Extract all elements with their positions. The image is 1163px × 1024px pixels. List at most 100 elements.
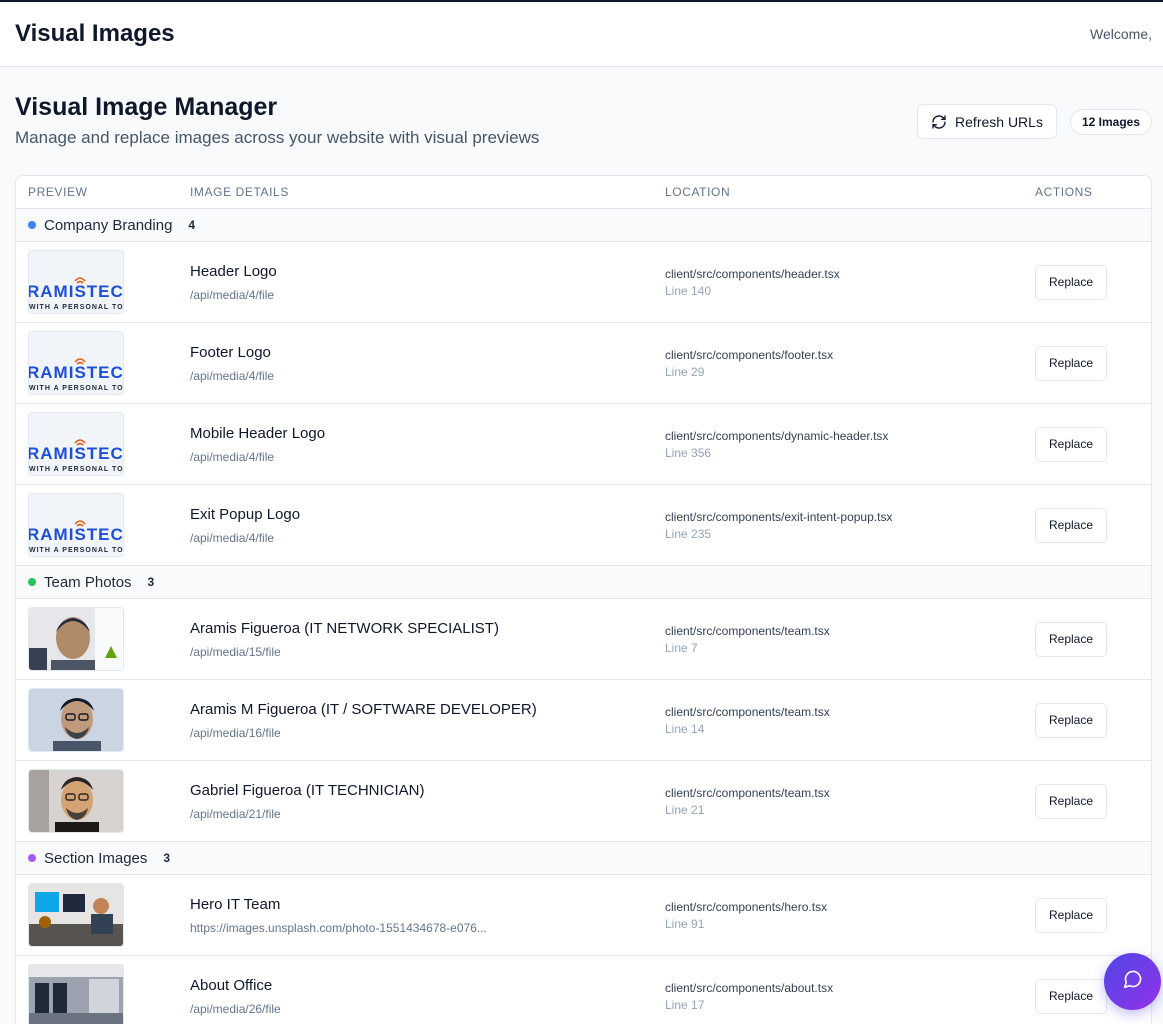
table-row: About Office/api/media/26/file client/src…	[16, 956, 1151, 1024]
svg-text:WITH A PERSONAL TOUCH: WITH A PERSONAL TOUCH	[29, 547, 124, 554]
location-line: Line 29	[665, 364, 705, 379]
image-thumbnail	[28, 769, 124, 833]
details-cell: Aramis Figueroa (IT NETWORK SPECIALIST) /…	[190, 620, 665, 659]
image-path: /api/media/4/file	[190, 449, 275, 464]
location-line: Line 91	[665, 916, 705, 931]
svg-text:RAMISTECH: RAMISTECH	[29, 444, 124, 463]
replace-button[interactable]: Replace	[1035, 702, 1107, 738]
replace-button[interactable]: Replace	[1035, 621, 1107, 657]
refresh-urls-button[interactable]: Refresh URLs	[917, 104, 1057, 139]
image-thumbnail	[28, 688, 124, 752]
actions-cell: Replace	[1035, 345, 1151, 381]
group-dot	[28, 854, 36, 862]
preview-cell: RAMISTECH WITH A PERSONAL TOUCH	[16, 493, 190, 557]
details-cell: Footer Logo/api/media/4/file	[190, 344, 665, 383]
preview-cell	[16, 769, 190, 833]
replace-button[interactable]: Replace	[1035, 978, 1107, 1014]
actions-cell: Replace	[1035, 507, 1151, 543]
image-name: Mobile Header Logo	[190, 424, 326, 442]
location-file: client/src/components/about.tsx	[665, 980, 834, 995]
group-row: Section Images 3	[16, 842, 1151, 875]
replace-button[interactable]: Replace	[1035, 345, 1107, 381]
group-name: Section Images	[44, 849, 148, 867]
image-path: /api/media/4/file	[190, 287, 275, 302]
image-name: Aramis M Figueroa (IT / SOFTWARE DEVELOP…	[190, 700, 537, 718]
table-row: Hero IT Team https://images.unsplash.com/…	[16, 875, 1151, 956]
actions-cell: Replace	[1035, 783, 1151, 819]
location-file: client/src/components/header.tsx	[665, 266, 840, 281]
location-file: client/src/components/exit-intent-popup.…	[665, 509, 893, 524]
location-cell: client/src/components/dynamic-header.tsx…	[665, 429, 1035, 460]
group-dot	[28, 578, 36, 586]
svg-text:RAMISTECH: RAMISTECH	[29, 363, 124, 382]
page-header: Visual Image Manager Manage and replace …	[15, 67, 1152, 175]
image-thumbnail: RAMISTECH WITH A PERSONAL TOUCH	[28, 412, 124, 476]
preview-cell: RAMISTECH WITH A PERSONAL TOUCH	[16, 250, 190, 314]
image-path: https://images.unsplash.com/photo-155143…	[190, 920, 487, 935]
details-cell: Exit Popup Logo/api/media/4/file	[190, 506, 665, 545]
svg-text:WITH A PERSONAL TOUCH: WITH A PERSONAL TOUCH	[29, 304, 124, 311]
welcome-text: Welcome,	[1090, 26, 1152, 42]
replace-button[interactable]: Replace	[1035, 264, 1107, 300]
image-thumbnail: RAMISTECH WITH A PERSONAL TOUCH	[28, 250, 124, 314]
chat-button[interactable]	[1104, 953, 1161, 1010]
preview-cell	[16, 607, 190, 671]
image-name: Footer Logo	[190, 343, 271, 361]
group-count: 4	[188, 218, 196, 232]
location-cell: client/src/components/hero.tsx Line 91	[665, 900, 1035, 931]
svg-text:RAMISTECH: RAMISTECH	[29, 282, 124, 301]
group-count: 3	[163, 851, 171, 865]
image-thumbnail	[28, 883, 124, 947]
page-title: Visual Image Manager	[15, 93, 278, 121]
table-row: RAMISTECH WITH A PERSONAL TOUCH Mobile Hea…	[16, 404, 1151, 485]
location-cell: client/src/components/header.tsx Line 140	[665, 267, 1035, 298]
svg-text:RAMISTECH: RAMISTECH	[29, 525, 124, 544]
replace-button[interactable]: Replace	[1035, 783, 1107, 819]
preview-cell	[16, 883, 190, 947]
replace-button[interactable]: Replace	[1035, 426, 1107, 462]
header-image-details: IMAGE DETAILS	[190, 185, 289, 199]
replace-button[interactable]: Replace	[1035, 507, 1107, 543]
location-line: Line 21	[665, 802, 705, 817]
table-row: Gabriel Figueroa (IT TECHNICIAN) /api/med…	[16, 761, 1151, 842]
image-count-badge: 12 Images	[1069, 108, 1152, 135]
image-name: Exit Popup Logo	[190, 505, 301, 523]
svg-text:WITH A PERSONAL TOUCH: WITH A PERSONAL TOUCH	[29, 466, 124, 473]
location-cell: client/src/components/footer.tsx Line 29	[665, 348, 1035, 379]
image-name: Aramis Figueroa (IT NETWORK SPECIALIST)	[190, 619, 499, 637]
location-file: client/src/components/hero.tsx	[665, 899, 828, 914]
image-name: Header Logo	[190, 262, 277, 280]
table-row: RAMISTECH WITH A PERSONAL TOUCH Exit Popup…	[16, 485, 1151, 566]
header-location: LOCATION	[665, 185, 731, 199]
image-path: /api/media/16/file	[190, 725, 281, 740]
group-row: Company Branding 4	[16, 209, 1151, 242]
table-row: Aramis Figueroa (IT NETWORK SPECIALIST) /…	[16, 599, 1151, 680]
group-count: 3	[147, 575, 155, 589]
location-file: client/src/components/dynamic-header.tsx	[665, 428, 889, 443]
main-content: Visual Image Manager Manage and replace …	[0, 67, 1163, 1024]
actions-cell: Replace	[1035, 264, 1151, 300]
location-cell: client/src/components/team.tsx Line 7	[665, 624, 1035, 655]
table-row: RAMISTECH WITH A PERSONAL TOUCH Footer Log…	[16, 323, 1151, 404]
image-path: /api/media/26/file	[190, 1001, 281, 1016]
images-table: PREVIEW IMAGE DETAILS LOCATION ACTIONS C…	[15, 175, 1152, 1024]
details-cell: Gabriel Figueroa (IT TECHNICIAN) /api/med…	[190, 782, 665, 821]
details-cell: Header Logo/api/media/4/file	[190, 263, 665, 302]
svg-text:WITH A PERSONAL TOUCH: WITH A PERSONAL TOUCH	[29, 385, 124, 392]
actions-cell: Replace	[1035, 897, 1151, 933]
location-cell: client/src/components/team.tsx Line 21	[665, 786, 1035, 817]
image-path: /api/media/21/file	[190, 806, 281, 821]
group-name: Company Branding	[44, 216, 173, 234]
replace-button[interactable]: Replace	[1035, 897, 1107, 933]
header-actions: Refresh URLs 12 Images	[917, 104, 1152, 139]
preview-cell	[16, 688, 190, 752]
table-row: RAMISTECH WITH A PERSONAL TOUCH Header Log…	[16, 242, 1151, 323]
image-thumbnail: RAMISTECH WITH A PERSONAL TOUCH	[28, 493, 124, 557]
image-name: Gabriel Figueroa (IT TECHNICIAN)	[190, 781, 425, 799]
table-body: Company Branding 4 RAMISTECH WITH A PERSONA…	[16, 209, 1151, 1024]
location-cell: client/src/components/about.tsx Line 17	[665, 981, 1035, 1012]
details-cell: About Office/api/media/26/file	[190, 977, 665, 1016]
group-row: Team Photos 3	[16, 566, 1151, 599]
image-name: About Office	[190, 976, 273, 994]
image-thumbnail: RAMISTECH WITH A PERSONAL TOUCH	[28, 331, 124, 395]
